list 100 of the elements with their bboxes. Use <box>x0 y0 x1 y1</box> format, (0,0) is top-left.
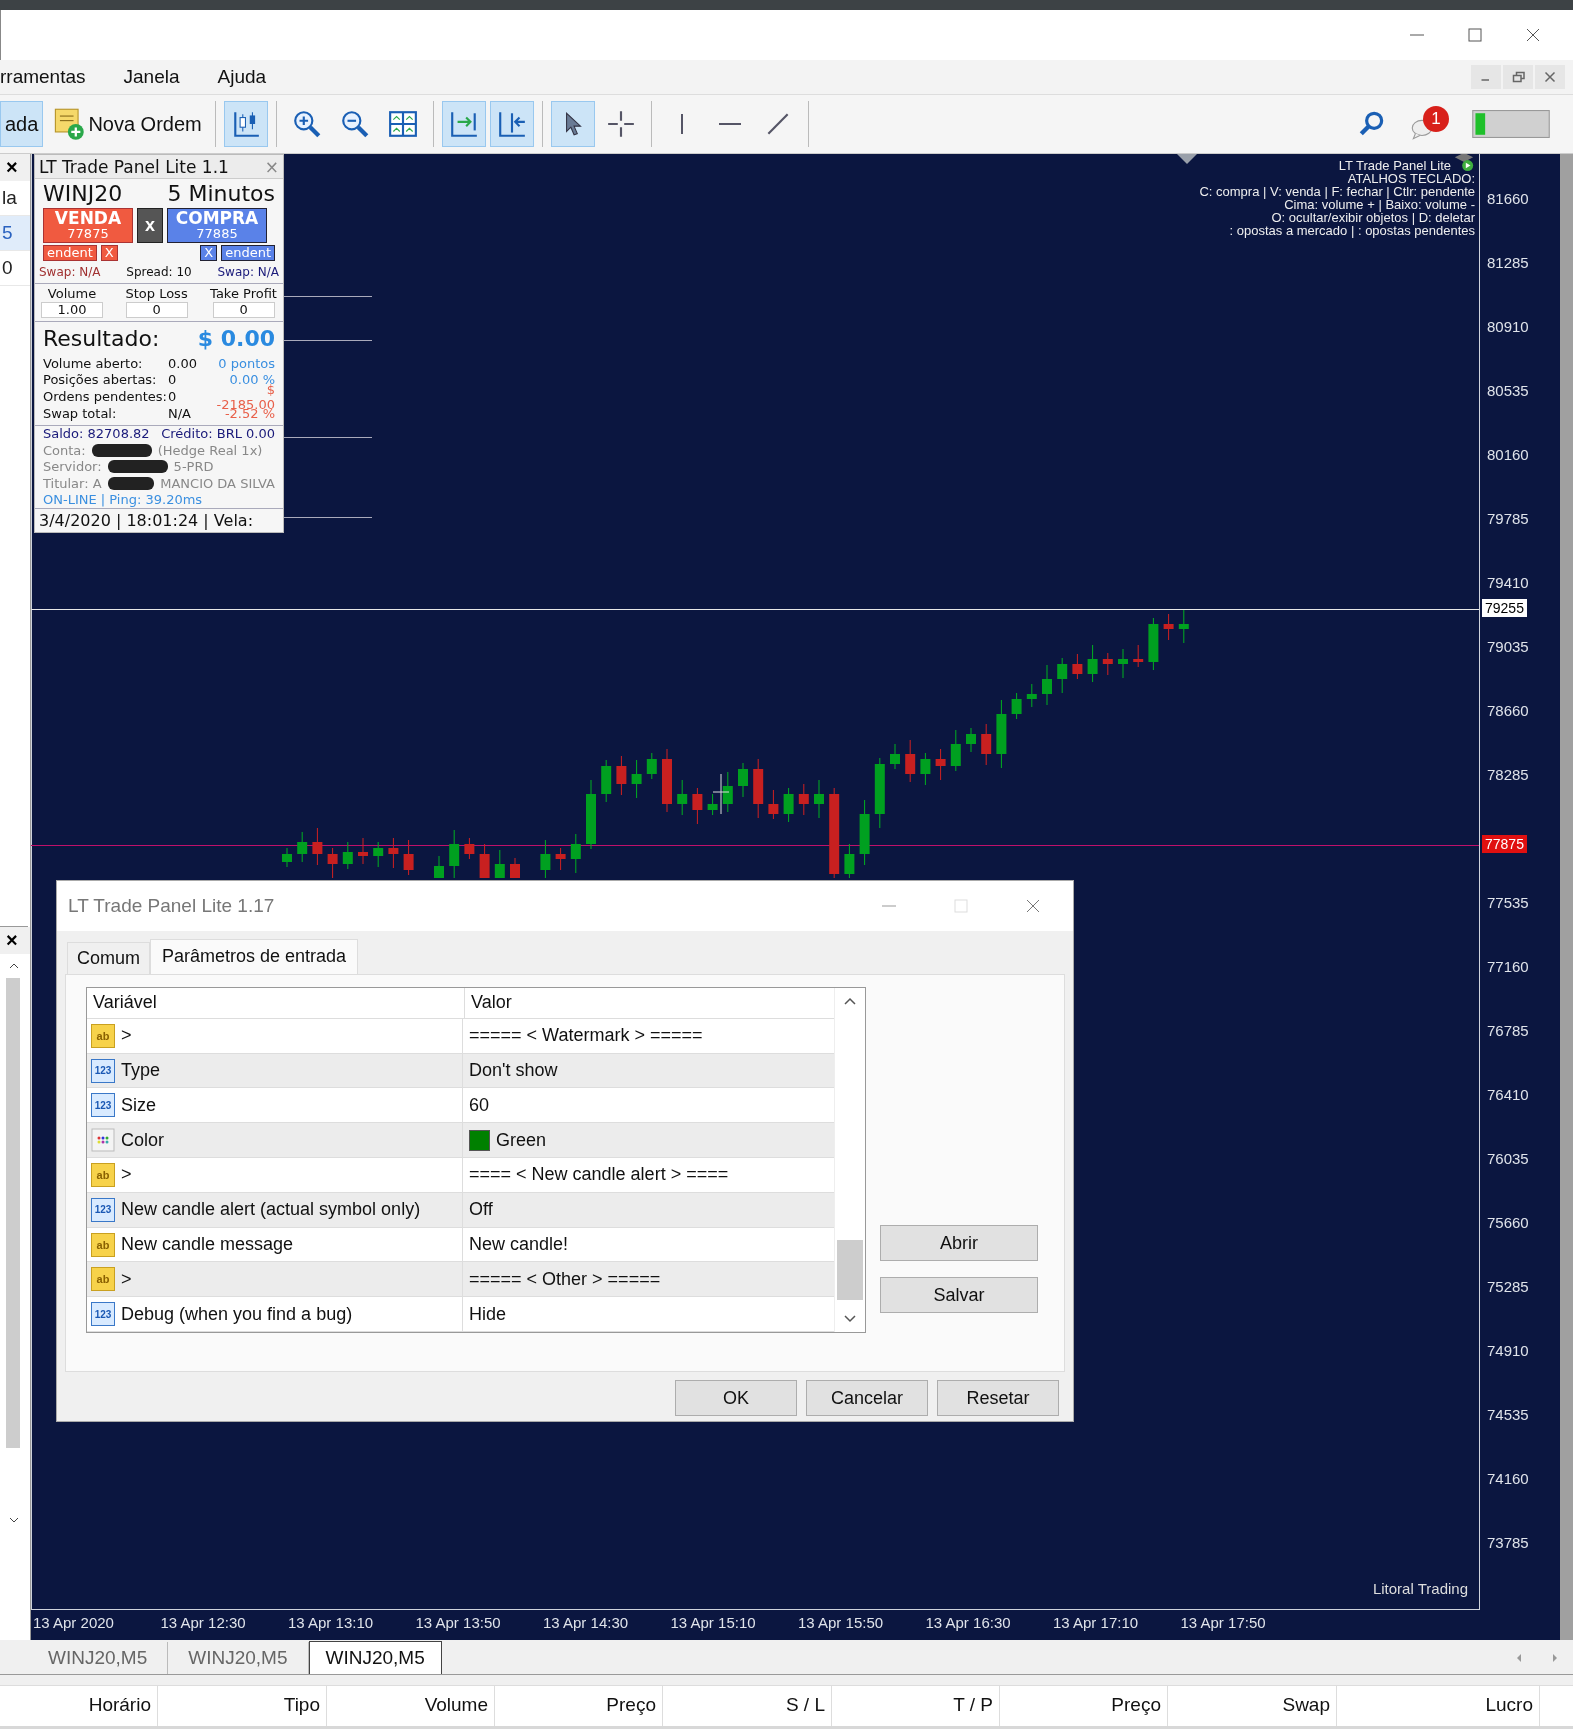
price-label: 78285 <box>1487 766 1529 783</box>
dialog-button[interactable]: OK <box>675 1380 797 1416</box>
toolbar-button[interactable]: ada <box>0 101 44 147</box>
list-item[interactable]: 0 <box>0 251 30 286</box>
list-item[interactable]: 5 <box>0 216 30 251</box>
number-type-icon: 123 <box>91 1197 115 1222</box>
dialog-button[interactable]: Salvar <box>880 1277 1038 1313</box>
table-cell: Off <box>469 1199 493 1221</box>
price-label: 77535 <box>1487 894 1529 911</box>
candle <box>1102 652 1113 676</box>
candle <box>434 855 444 879</box>
candle <box>342 841 353 870</box>
input-field[interactable]: 1.00 <box>41 301 103 318</box>
candle <box>1011 692 1022 720</box>
field-label: Volume <box>47 285 97 301</box>
toolbar-button[interactable] <box>489 101 534 147</box>
text-type-icon: ab <box>91 1232 115 1257</box>
candle <box>1133 644 1144 668</box>
buy-pending-button[interactable]: endent <box>221 245 275 262</box>
candle <box>570 833 581 874</box>
candle <box>312 827 323 866</box>
price-label: 76785 <box>1487 1022 1529 1039</box>
info-text: ATALHOS TECLADO: <box>1347 172 1475 185</box>
candle <box>494 849 505 879</box>
candle <box>1178 609 1189 644</box>
price-label: 79410 <box>1487 574 1529 591</box>
price-label: 76035 <box>1487 1150 1529 1167</box>
status-text: ON-LINE | Ping: 39.20ms <box>43 492 203 508</box>
candle <box>403 839 414 876</box>
time-label: 13 Apr 17:10 <box>1053 1614 1139 1631</box>
menu-item[interactable]: Janela <box>123 66 180 88</box>
close-icon[interactable] <box>1535 65 1565 89</box>
candle <box>297 831 308 863</box>
time-label: 13 Apr 13:50 <box>415 1614 501 1631</box>
scrollbar[interactable] <box>6 978 20 1448</box>
toolbar-button[interactable]: Nova Ordem <box>47 101 207 147</box>
chart-tab[interactable]: WINJ20,M5 <box>308 1641 442 1674</box>
zoom-out-icon <box>339 109 370 139</box>
account-value: 5-PRD <box>173 459 214 475</box>
order-price-label: 77875 <box>1482 834 1527 853</box>
candle <box>631 759 642 799</box>
time-label: 13 Apr 2020 <box>33 1614 114 1631</box>
swap-text: Swap: N/A <box>39 265 101 281</box>
candle <box>646 752 657 780</box>
time-label: 13 Apr 16:30 <box>925 1614 1011 1631</box>
notification-badge: 1 <box>1423 106 1449 132</box>
zoom-in-icon <box>291 109 322 139</box>
info-text: LT Trade Panel Lite <box>1338 158 1451 172</box>
input-field[interactable]: 0 <box>125 301 188 318</box>
scrollbar-thumb[interactable] <box>837 1240 863 1300</box>
price-label: 80160 <box>1487 446 1529 463</box>
palette-icon <box>91 1128 115 1153</box>
horizontal-line-icon <box>718 123 741 125</box>
tab[interactable]: Parâmetros de entrada <box>150 939 359 974</box>
candle <box>707 793 718 816</box>
price-label: 74910 <box>1487 1342 1529 1359</box>
chart-tab[interactable]: WINJ20,M5 <box>168 1642 309 1674</box>
dialog-button[interactable]: Cancelar <box>806 1380 928 1416</box>
candle <box>738 762 748 798</box>
input-field[interactable]: 0 <box>212 301 275 318</box>
chart-tab[interactable]: WINJ20,M5 <box>28 1642 169 1674</box>
table-cell: Color <box>121 1129 164 1151</box>
price-label: 79035 <box>1487 638 1529 655</box>
swap-text: Swap: N/A <box>217 265 279 281</box>
restore-icon[interactable] <box>1503 65 1533 89</box>
panel-close-button[interactable]: × <box>0 154 30 181</box>
time-label: 13 Apr 15:10 <box>670 1614 756 1631</box>
candle <box>844 843 855 879</box>
autoscroll-icon <box>448 109 479 139</box>
tab[interactable]: Comum <box>67 942 150 974</box>
candle <box>555 847 566 871</box>
field-label: Stop Loss <box>125 285 188 301</box>
stat-value: N/A <box>168 405 192 421</box>
text-type-icon: ab <box>91 1023 115 1048</box>
info-text: C: compra | V: venda | F: fechar | Ctlr: pendente <box>1199 185 1475 198</box>
dialog-button[interactable]: Resetar <box>937 1380 1059 1416</box>
menu-item[interactable]: Ajuda <box>217 66 267 88</box>
close-all-button[interactable]: x <box>137 208 163 244</box>
panel-close-button[interactable]: × <box>0 927 30 954</box>
toolbar-button[interactable] <box>550 101 595 147</box>
column-header: Variável <box>87 988 465 1018</box>
dialog-button[interactable]: Abrir <box>880 1225 1038 1261</box>
candle <box>981 723 992 766</box>
text-type-icon: ab <box>91 1162 115 1187</box>
candle <box>1148 617 1159 671</box>
candle <box>722 771 733 813</box>
candle <box>282 847 292 868</box>
price-label: 76410 <box>1487 1086 1529 1103</box>
buy-pending-close-button[interactable]: X <box>200 245 218 262</box>
table-cell: New candle alert (actual symbol only) <box>121 1199 421 1221</box>
candle <box>1057 657 1068 694</box>
scrollbar[interactable] <box>1560 154 1573 1640</box>
menu-item[interactable]: rramentas <box>0 66 86 88</box>
stat-label: Posições abertas: <box>43 372 158 388</box>
candle <box>358 837 368 865</box>
toolbar-button[interactable] <box>441 101 486 147</box>
stat-value: 0.00 <box>168 355 198 371</box>
toolbar-button[interactable] <box>223 101 268 147</box>
candle <box>814 779 824 819</box>
candle <box>601 759 612 803</box>
